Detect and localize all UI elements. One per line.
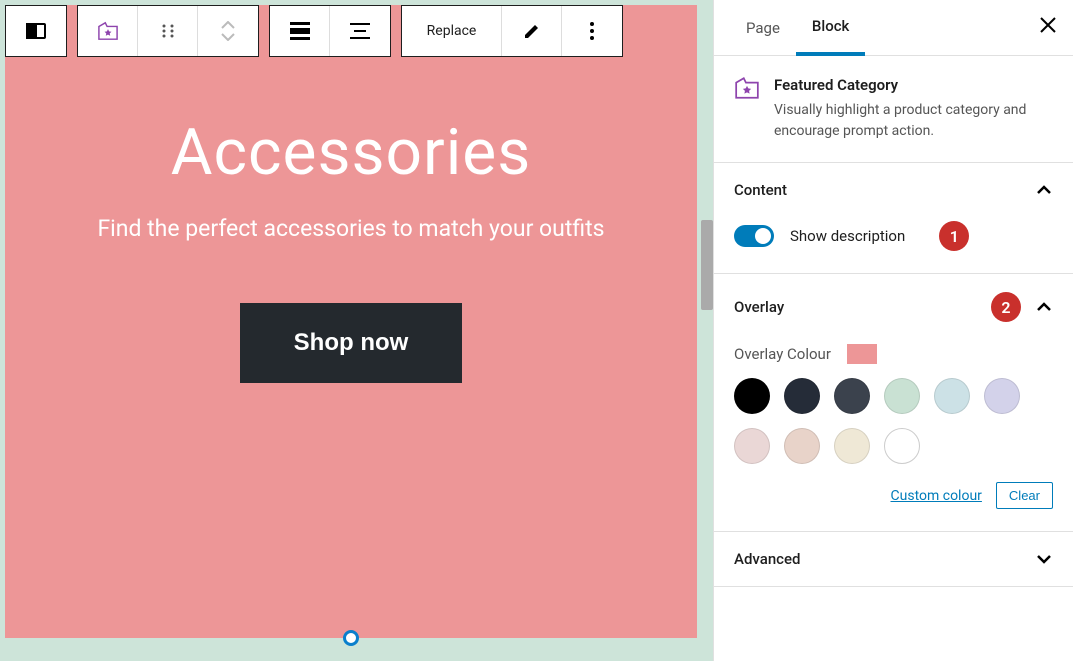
scrollbar[interactable] xyxy=(701,220,713,310)
colour-swatch[interactable] xyxy=(734,378,770,414)
edit-button[interactable] xyxy=(502,6,562,56)
annotation-marker-2: 2 xyxy=(991,292,1021,322)
panel-content-title: Content xyxy=(734,181,787,199)
vertical-align-icon xyxy=(350,22,370,40)
chevron-up-icon xyxy=(1035,181,1053,199)
sidebar-tabs: Page Block xyxy=(714,0,1073,56)
block-description: Visually highlight a product category an… xyxy=(774,100,1053,142)
panel-advanced: Advanced xyxy=(714,532,1073,587)
featured-category-icon xyxy=(734,76,760,142)
colour-swatch[interactable] xyxy=(734,428,770,464)
colour-swatch[interactable] xyxy=(784,428,820,464)
settings-sidebar: Page Block Featured Category Visually hi… xyxy=(713,0,1073,661)
featured-category-icon xyxy=(97,21,119,41)
tab-block[interactable]: Block xyxy=(796,0,865,56)
shop-now-button[interactable]: Shop now xyxy=(240,303,463,383)
colour-swatch[interactable] xyxy=(884,428,920,464)
featured-description[interactable]: Find the perfect accessories to match yo… xyxy=(97,212,604,247)
overlay-colour-label: Overlay Colour xyxy=(734,345,831,363)
block-title: Featured Category xyxy=(774,76,1053,94)
panel-advanced-header[interactable]: Advanced xyxy=(714,532,1073,586)
panel-overlay-title: Overlay xyxy=(734,298,784,316)
resize-handle[interactable] xyxy=(343,630,359,646)
panel-content-header[interactable]: Content xyxy=(714,163,1073,217)
chevron-up-icon xyxy=(1035,298,1053,316)
featured-category-block[interactable]: Accessories Find the perfect accessories… xyxy=(5,5,697,638)
annotation-marker-1: 1 xyxy=(939,221,969,251)
chevron-down-icon xyxy=(1035,550,1053,568)
colour-swatches xyxy=(734,378,1053,464)
panel-advanced-title: Advanced xyxy=(734,550,800,568)
block-type-button[interactable] xyxy=(6,6,66,56)
colour-swatch[interactable] xyxy=(784,378,820,414)
align-full-button[interactable] xyxy=(270,6,330,56)
select-block-button[interactable] xyxy=(78,6,138,56)
custom-colour-link[interactable]: Custom colour xyxy=(891,488,982,504)
move-updown-button[interactable] xyxy=(198,6,258,56)
chevron-down-icon xyxy=(221,33,235,41)
colour-swatch[interactable] xyxy=(934,378,970,414)
pencil-icon xyxy=(523,22,541,40)
replace-button[interactable]: Replace xyxy=(402,6,502,56)
columns-icon xyxy=(24,19,48,43)
close-sidebar-button[interactable] xyxy=(1039,15,1057,40)
drag-icon xyxy=(160,23,176,39)
align-full-icon xyxy=(290,22,310,40)
block-info: Featured Category Visually highlight a p… xyxy=(714,56,1073,163)
tab-page[interactable]: Page xyxy=(730,0,796,56)
drag-handle-button[interactable] xyxy=(138,6,198,56)
colour-swatch[interactable] xyxy=(834,378,870,414)
chevron-up-icon xyxy=(221,21,235,29)
colour-swatch[interactable] xyxy=(834,428,870,464)
colour-swatch[interactable] xyxy=(984,378,1020,414)
featured-title[interactable]: Accessories xyxy=(171,115,531,190)
more-vertical-icon xyxy=(590,22,594,40)
editor-canvas: Replace Accessories Find the perfect acc… xyxy=(0,0,713,661)
panel-overlay-header[interactable]: Overlay 2 xyxy=(714,274,1073,340)
close-icon xyxy=(1039,16,1057,34)
overlay-colour-preview xyxy=(847,344,877,364)
more-options-button[interactable] xyxy=(562,6,622,56)
clear-colour-button[interactable]: Clear xyxy=(996,482,1053,509)
show-description-label: Show description xyxy=(790,227,905,245)
show-description-toggle[interactable] xyxy=(734,225,774,247)
panel-overlay: Overlay 2 Overlay Colour Custom colour C… xyxy=(714,274,1073,532)
block-toolbar: Replace xyxy=(5,5,623,57)
vertical-align-button[interactable] xyxy=(330,6,390,56)
colour-swatch[interactable] xyxy=(884,378,920,414)
panel-content: Content Show description 1 xyxy=(714,163,1073,274)
